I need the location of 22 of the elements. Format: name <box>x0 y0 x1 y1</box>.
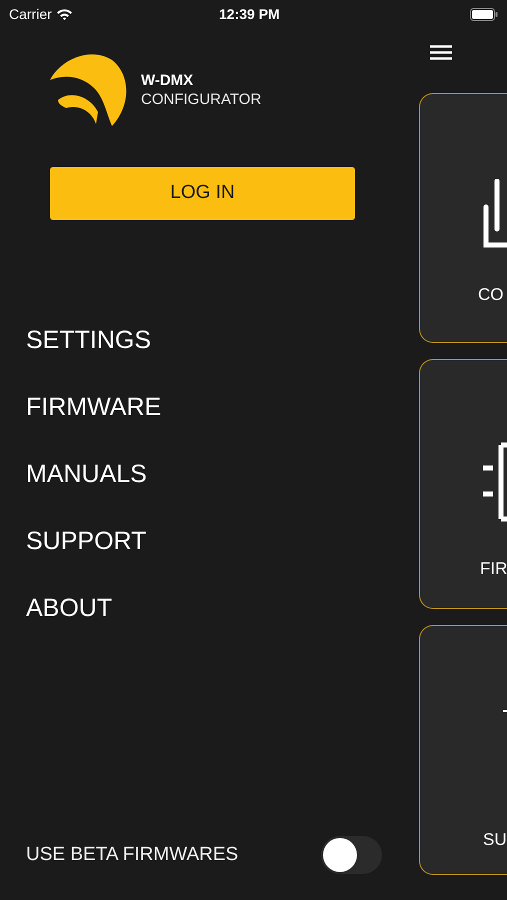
logo-icon <box>50 52 129 127</box>
menu-item[interactable]: MANUALS <box>26 460 147 489</box>
beta-firmware-label: USE BETA FIRMWARES <box>26 842 238 867</box>
card-label: SU <box>483 830 507 850</box>
feature-card[interactable]: FIR <box>419 359 507 609</box>
beta-firmware-toggle[interactable] <box>321 836 382 874</box>
menu-item[interactable]: SUPPORT <box>26 527 146 556</box>
logo-title: W-DMX <box>141 70 194 90</box>
battery-icon <box>470 8 498 20</box>
wifi-icon <box>56 8 73 20</box>
menu-item[interactable]: SETTINGS <box>26 326 152 355</box>
feature-card[interactable]: SU <box>419 625 507 875</box>
logo-subtitle: CONFIGURATOR <box>141 90 262 108</box>
feature-card[interactable]: CO <box>419 93 507 343</box>
menu-icon[interactable] <box>430 45 452 60</box>
login-button[interactable]: LOG IN <box>50 167 355 220</box>
menu-item[interactable]: ABOUT <box>26 594 112 623</box>
card-label: CO <box>478 285 504 305</box>
status-time: 12:39 PM <box>219 4 280 24</box>
menu-item[interactable]: FIRMWARE <box>26 393 162 422</box>
card-label: FIR <box>480 559 507 579</box>
carrier-label: Carrier <box>9 4 52 24</box>
